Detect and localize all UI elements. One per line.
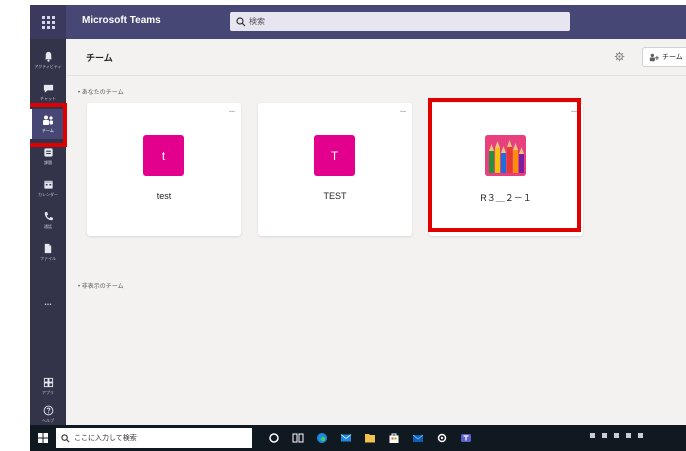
team-avatar: T (314, 135, 355, 176)
teams-window: Microsoft Teams 検索 アクティビティ チャット チーム 課題 カ… (30, 5, 686, 451)
rail-label: アクティビティ (34, 63, 62, 69)
system-tray (590, 433, 643, 438)
gear-icon[interactable] (614, 51, 625, 62)
rail-item-calls[interactable]: 通話 (30, 205, 66, 235)
mail-icon[interactable] (340, 432, 352, 444)
taskbar-search-placeholder: ここに入力して検索 (74, 435, 137, 442)
search-placeholder: 検索 (249, 17, 265, 26)
battery-icon[interactable] (626, 433, 631, 438)
team-name: TEST (323, 191, 347, 201)
more-apps-button[interactable]: ... (30, 297, 66, 307)
app-launcher-button[interactable] (30, 5, 66, 39)
card-more-options-button[interactable]: ... (400, 107, 406, 114)
join-create-team-label: チーム (662, 54, 683, 61)
app-rail: アクティビティ チャット チーム 課題 カレンダー 通話 ファイル ... アプ… (30, 39, 66, 425)
ime-icon[interactable] (638, 433, 643, 438)
edge-icon[interactable] (316, 432, 328, 444)
rail-item-calendar[interactable]: カレンダー (30, 173, 66, 203)
search-icon (236, 16, 246, 26)
search-icon (61, 433, 70, 442)
task-view-icon[interactable] (292, 432, 304, 444)
page-title: チーム (86, 53, 113, 63)
settings-app-icon[interactable] (436, 432, 448, 444)
highlight-teams-rail (30, 103, 67, 147)
phone-icon (44, 211, 53, 220)
file-icon (44, 243, 52, 253)
search-input[interactable]: 検索 (230, 12, 570, 31)
rail-item-apps[interactable]: アプリ (30, 371, 66, 401)
rail-label: 通話 (44, 223, 52, 229)
volume-icon[interactable] (614, 433, 619, 438)
mail-app-icon[interactable] (412, 432, 424, 444)
explorer-icon[interactable] (364, 432, 376, 444)
rail-item-activity[interactable]: アクティビティ (30, 45, 66, 75)
app-title: Microsoft Teams (82, 15, 161, 26)
assignments-icon (43, 147, 53, 157)
join-create-team-button[interactable]: チーム (642, 47, 686, 67)
apps-icon (43, 377, 53, 387)
calendar-icon (43, 180, 53, 189)
card-more-options-button[interactable]: ... (229, 107, 235, 114)
page-header: チーム チーム (66, 39, 686, 76)
help-icon (43, 405, 53, 415)
teams-taskbar-icon[interactable] (460, 432, 472, 444)
team-card-test[interactable]: ... t test (87, 103, 241, 236)
highlight-team-card (428, 98, 581, 232)
windows-taskbar: ここに入力して検索 (30, 425, 686, 451)
rail-label: ファイル (40, 255, 56, 261)
network-icon[interactable] (602, 433, 607, 438)
tray-chevron-icon[interactable] (590, 433, 595, 438)
rail-label: ヘルプ (42, 417, 54, 423)
section-hidden-teams[interactable]: • 非表示のチーム (78, 281, 124, 290)
windows-start-icon[interactable] (38, 433, 48, 443)
chat-icon (43, 84, 53, 93)
title-bar: Microsoft Teams 検索 (30, 5, 686, 39)
bell-icon (44, 51, 52, 62)
team-avatar: t (143, 135, 184, 176)
taskbar-search-input[interactable]: ここに入力して検索 (56, 428, 252, 448)
waffle-icon (41, 15, 55, 29)
rail-label: 課題 (44, 159, 52, 165)
store-icon[interactable] (388, 432, 400, 444)
section-your-teams[interactable]: • あなたのチーム (78, 87, 124, 96)
rail-item-files[interactable]: ファイル (30, 237, 66, 267)
rail-label: アプリ (42, 389, 54, 395)
cortana-icon[interactable] (268, 432, 280, 444)
rail-label: チャット (40, 95, 56, 101)
add-team-icon (649, 53, 659, 61)
rail-label: カレンダー (38, 191, 58, 197)
team-name: test (156, 191, 172, 201)
team-card-TEST[interactable]: ... T TEST (258, 103, 412, 236)
